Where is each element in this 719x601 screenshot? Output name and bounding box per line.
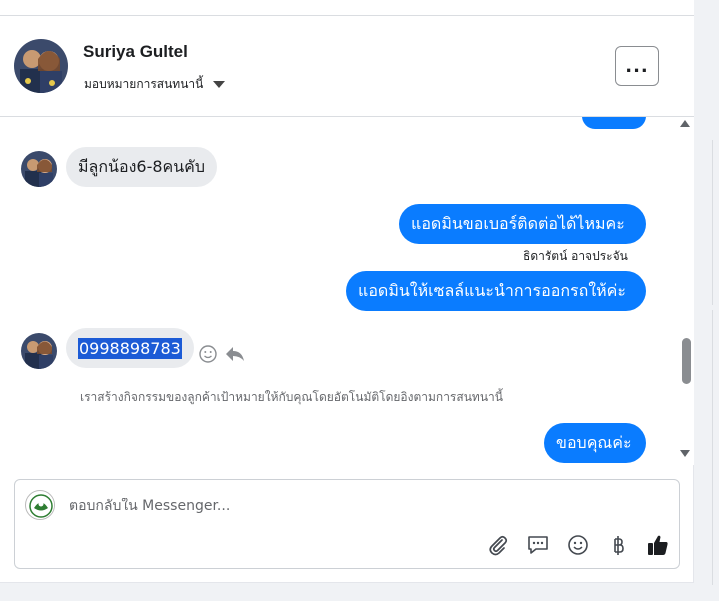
message-bubble-partial	[582, 117, 646, 129]
avatar	[21, 333, 57, 369]
paperclip-icon[interactable]	[485, 532, 511, 558]
message-thread: มีลูกน้อง6-8คนคับ แอดมินขอเบอร์ติดต่อได้…	[0, 117, 694, 465]
divider	[712, 310, 713, 585]
divider	[712, 140, 713, 305]
assign-conversation[interactable]: มอบหมายการสนทนานี้	[84, 75, 226, 94]
reply-input[interactable]	[69, 498, 629, 514]
reply-arrow-icon[interactable]	[225, 345, 245, 367]
more-dots-icon: ...	[625, 55, 649, 77]
react-smiley-icon[interactable]	[199, 345, 217, 367]
reply-composer	[14, 479, 680, 569]
top-strip	[0, 0, 694, 16]
phone-number[interactable]: 0998898783	[78, 337, 182, 359]
contact-name: Suriya Gultel	[83, 42, 188, 61]
sender-name: ธิดารัตน์ อาจประจัน	[523, 249, 628, 263]
scroll-down-arrow-icon[interactable]	[680, 450, 690, 457]
baht-icon[interactable]	[605, 532, 631, 558]
smiley-icon[interactable]	[565, 532, 591, 558]
incoming-message[interactable]: 0998898783	[66, 328, 194, 368]
outgoing-message[interactable]: แอดมินให้เซลล์แนะนำการออกรถให้ค่ะ	[346, 271, 646, 311]
outgoing-message[interactable]: ขอบคุณค่ะ	[544, 423, 646, 463]
avatar	[21, 151, 57, 187]
speech-bubble-icon[interactable]	[525, 532, 551, 558]
scrollbar-thumb[interactable]	[682, 338, 691, 384]
message-actions	[199, 345, 245, 367]
system-notice: เราสร้างกิจกรรมของลูกค้าเป้าหมายให้กับคุ…	[80, 390, 503, 404]
assign-label[interactable]: มอบหมายการสนทนานี้	[84, 75, 203, 94]
incoming-message[interactable]: มีลูกน้อง6-8คนคับ	[66, 147, 218, 187]
right-gutter	[694, 0, 719, 601]
thumbs-up-icon[interactable]	[645, 532, 671, 558]
more-options-button[interactable]: ...	[615, 46, 659, 86]
composer-toolbar	[485, 532, 671, 558]
scroll-up-arrow-icon[interactable]	[680, 120, 690, 127]
caret-down-icon[interactable]	[213, 81, 226, 88]
avatar[interactable]	[14, 39, 68, 93]
page-avatar	[25, 490, 55, 520]
conversation-header: Suriya Gultel มอบหมายการสนทนานี้ ...	[0, 16, 694, 117]
outgoing-message[interactable]: แอดมินขอเบอร์ติดต่อได้ไหมคะ	[399, 204, 646, 244]
